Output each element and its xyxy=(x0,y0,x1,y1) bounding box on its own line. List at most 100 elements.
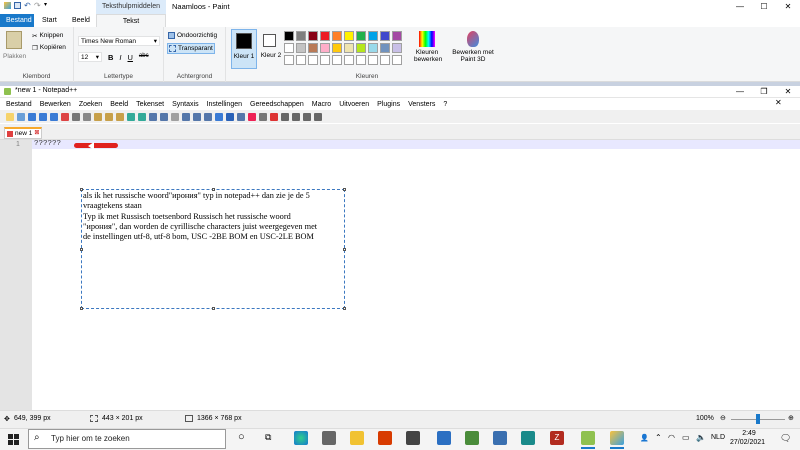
toolbar-button-icon[interactable] xyxy=(149,112,157,121)
toolbar-button-icon[interactable] xyxy=(127,112,135,121)
font-family-select[interactable]: Times New Roman ▾ xyxy=(78,36,160,46)
resize-handle[interactable] xyxy=(212,307,215,310)
toolbar-button-icon[interactable] xyxy=(116,112,124,121)
palette-color-swatch[interactable] xyxy=(308,31,318,41)
task-view-icon[interactable]: ⧉ xyxy=(265,432,271,443)
notification-icon[interactable]: 🗨 xyxy=(780,433,791,444)
palette-color-swatch[interactable] xyxy=(308,43,318,53)
palette-color-swatch[interactable] xyxy=(344,43,354,53)
palette-color-swatch[interactable] xyxy=(392,43,402,53)
menu-windows[interactable]: Vensters xyxy=(408,101,435,108)
menu-edit[interactable]: Bewerken xyxy=(40,101,71,108)
menu-plugins[interactable]: Plugins xyxy=(377,101,400,108)
file-explorer-icon[interactable] xyxy=(350,431,364,445)
palette-color-swatch[interactable] xyxy=(368,43,378,53)
toolbar-button-icon[interactable] xyxy=(182,112,190,121)
toolbar-button-icon[interactable] xyxy=(171,112,179,121)
store-icon[interactable] xyxy=(322,431,336,445)
copy-button[interactable]: ❐ Kopiëren xyxy=(32,44,66,52)
clock-time[interactable]: 2:49 xyxy=(736,430,762,437)
transparent-button[interactable]: Transparant xyxy=(167,43,215,54)
menu-language[interactable]: Syntaxis xyxy=(172,101,198,108)
word-icon[interactable] xyxy=(437,431,451,445)
toolbar-button-icon[interactable] xyxy=(28,112,36,121)
palette-color-swatch[interactable] xyxy=(380,31,390,41)
toolbar-button-icon[interactable] xyxy=(226,112,234,121)
toolbar-button-icon[interactable] xyxy=(292,112,300,121)
input-language[interactable]: NLD xyxy=(711,434,725,441)
toolbar-button-icon[interactable] xyxy=(138,112,146,121)
palette-color-swatch[interactable] xyxy=(344,31,354,41)
battery-icon[interactable]: ▭ xyxy=(682,433,690,442)
palette-color-swatch[interactable] xyxy=(296,55,306,65)
people-icon[interactable]: 👤 xyxy=(640,434,649,442)
palette-color-swatch[interactable] xyxy=(308,55,318,65)
toolbar-button-icon[interactable] xyxy=(237,112,245,121)
close-tab-icon[interactable]: ⊠ xyxy=(34,129,39,138)
chevron-up-icon[interactable]: ⌃ xyxy=(655,433,662,442)
palette-color-swatch[interactable] xyxy=(320,43,330,53)
edge-icon[interactable] xyxy=(294,431,308,445)
toolbar-button-icon[interactable] xyxy=(160,112,168,121)
office-icon[interactable] xyxy=(378,431,392,445)
undo-icon[interactable]: ↶ xyxy=(24,2,31,10)
tab-start[interactable]: Start xyxy=(36,14,63,27)
app-icon[interactable] xyxy=(465,431,479,445)
minimize-icon[interactable]: — xyxy=(728,85,752,99)
windows-start-icon[interactable] xyxy=(8,434,19,445)
app-icon[interactable] xyxy=(521,431,535,445)
toolbar-button-icon[interactable] xyxy=(281,112,289,121)
redo-icon[interactable]: ↷ xyxy=(34,2,41,10)
strikethrough-button[interactable]: abc xyxy=(139,53,149,62)
wifi-icon[interactable]: ◠ xyxy=(668,433,675,442)
zoom-in-icon[interactable]: ⊕ xyxy=(788,414,794,422)
color1-button[interactable]: Kleur 1 xyxy=(231,29,257,69)
palette-color-swatch[interactable] xyxy=(284,55,294,65)
tab-view[interactable]: Beeld xyxy=(66,14,96,27)
paste-button[interactable]: Plakken xyxy=(3,53,26,60)
palette-color-swatch[interactable] xyxy=(356,55,366,65)
palette-color-swatch[interactable] xyxy=(380,43,390,53)
color2-button[interactable]: Kleur 2 xyxy=(259,29,283,69)
menu-macro[interactable]: Macro xyxy=(312,101,331,108)
toolbar-button-icon[interactable] xyxy=(39,112,47,121)
toolbar-button-icon[interactable] xyxy=(72,112,80,121)
palette-color-swatch[interactable] xyxy=(380,55,390,65)
zoom-slider-thumb[interactable] xyxy=(756,414,760,424)
palette-color-swatch[interactable] xyxy=(284,31,294,41)
resize-handle[interactable] xyxy=(343,248,346,251)
toolbar-button-icon[interactable] xyxy=(204,112,212,121)
resize-handle[interactable] xyxy=(80,307,83,310)
palette-color-swatch[interactable] xyxy=(368,55,378,65)
menu-view[interactable]: Beeld xyxy=(110,101,128,108)
app-icon[interactable] xyxy=(493,431,507,445)
menu-search[interactable]: Zoeken xyxy=(79,101,102,108)
palette-color-swatch[interactable] xyxy=(296,43,306,53)
palette-color-swatch[interactable] xyxy=(296,31,306,41)
cut-button[interactable]: ✂ Knippen xyxy=(32,32,63,40)
palette-color-swatch[interactable] xyxy=(392,31,402,41)
customize-qa-icon[interactable]: ▾ xyxy=(44,2,51,9)
restore-icon[interactable]: ❐ xyxy=(752,85,776,99)
maximize-icon[interactable]: ☐ xyxy=(752,0,776,14)
clock-date[interactable]: 27/02/2021 xyxy=(730,439,765,446)
italic-button[interactable]: I xyxy=(119,53,121,62)
toolbar-button-icon[interactable] xyxy=(83,112,91,121)
toolbar-button-icon[interactable] xyxy=(61,112,69,121)
resize-handle[interactable] xyxy=(80,248,83,251)
toolbar-button-icon[interactable] xyxy=(248,112,256,121)
app-icon[interactable] xyxy=(406,431,420,445)
toolbar-button-icon[interactable] xyxy=(6,112,14,121)
toolbar-button-icon[interactable] xyxy=(215,112,223,121)
notepadpp-icon[interactable] xyxy=(581,431,595,445)
toolbar-button-icon[interactable] xyxy=(270,112,278,121)
palette-color-swatch[interactable] xyxy=(332,55,342,65)
zoom-out-icon[interactable]: ⊖ xyxy=(720,414,726,422)
paint-icon[interactable] xyxy=(610,431,624,445)
tab-text[interactable]: Tekst xyxy=(96,14,166,27)
doc-tab-new1[interactable]: new 1 ⊠ xyxy=(4,127,43,139)
filezilla-icon[interactable]: Z xyxy=(550,431,564,445)
toolbar-button-icon[interactable] xyxy=(193,112,201,121)
bold-button[interactable]: B xyxy=(108,53,113,62)
toolbar-button-icon[interactable] xyxy=(314,112,322,121)
